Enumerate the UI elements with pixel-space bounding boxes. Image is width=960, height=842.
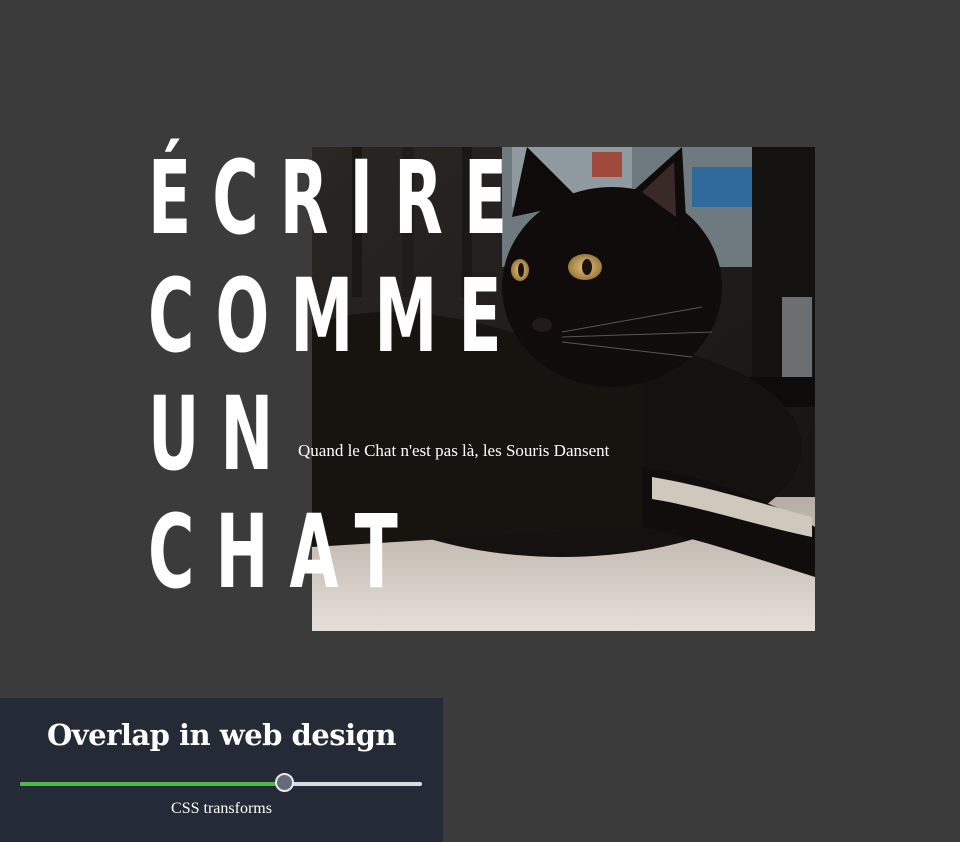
headline-line: CHAT [148,493,419,612]
page: ÉCRIRE COMME UN CHAT Quand le Chat n'est… [0,0,960,842]
slider-label: CSS transforms [171,800,272,817]
widget-title: Overlap in web design [47,718,396,752]
demo-widget: Overlap in web design CSS transforms [0,698,443,842]
headline-line: COMME [148,257,523,376]
headline: ÉCRIRE COMME UN CHAT [148,140,528,612]
headline-line: ÉCRIRE [148,139,529,258]
slider-thumb[interactable] [275,773,294,792]
caption: Quand le Chat n'est pas là, les Souris D… [298,441,610,460]
css-transforms-slider[interactable] [20,773,422,792]
headline-line: UN [148,375,295,494]
slider-fill [20,782,285,786]
